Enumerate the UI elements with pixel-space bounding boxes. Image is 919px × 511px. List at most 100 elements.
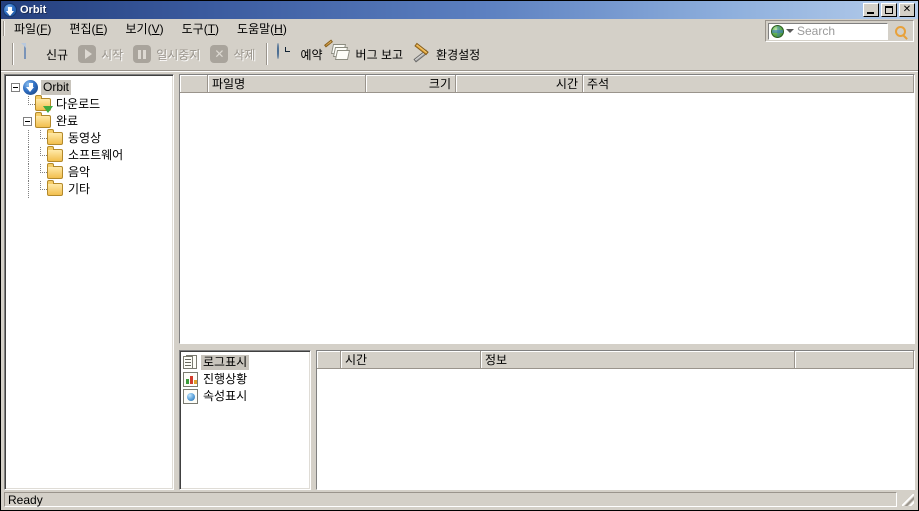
- tree-item-downloads[interactable]: 다운로드: [11, 95, 171, 113]
- view-item-progress-label: 진행상황: [203, 372, 248, 386]
- tree-item-completed-label: 완료: [56, 114, 79, 128]
- minimize-button[interactable]: [863, 3, 879, 17]
- log-document-icon: [183, 355, 198, 370]
- menu-item-help[interactable]: 도움말(H): [228, 18, 296, 39]
- close-button[interactable]: ✕: [899, 3, 915, 17]
- log-list-body[interactable]: [317, 369, 914, 489]
- tree-item-downloads-label: 다운로드: [56, 97, 101, 111]
- folder-icon: [47, 180, 63, 196]
- tree-item-other-label: 기타: [68, 182, 91, 196]
- play-icon: [77, 44, 97, 64]
- tree-item-completed[interactable]: 완료: [11, 112, 171, 130]
- menu-item-edit[interactable]: 편집(E): [60, 18, 116, 39]
- schedule-button-label: 예약: [300, 47, 323, 62]
- start-button[interactable]: 시작: [74, 41, 129, 67]
- menu-item-tools[interactable]: 도구(T): [173, 18, 228, 39]
- view-item-log[interactable]: 로그표시: [183, 354, 308, 371]
- tree-branch-line: [35, 130, 47, 147]
- search-input[interactable]: Search: [768, 22, 888, 40]
- file-col-time[interactable]: 시간: [456, 75, 583, 92]
- window-controls: ✕: [863, 3, 915, 17]
- collapse-icon[interactable]: [11, 83, 20, 92]
- new-button[interactable]: 신규: [19, 41, 74, 67]
- tree-branch-line: [35, 181, 47, 198]
- status-message: Ready: [4, 492, 897, 507]
- folder-icon: [47, 146, 63, 162]
- bug-report-icon: [323, 39, 352, 64]
- schedule-button[interactable]: 예약: [273, 41, 328, 67]
- tree-item-other[interactable]: 기타: [11, 180, 171, 198]
- view-selector-panel: 로그표시 진행상황 속성표시: [179, 350, 311, 490]
- globe-icon[interactable]: [771, 24, 784, 38]
- toolbar: 신규 시작 일시중지 ✕ 삭제 예약 버그 보고 환경설정: [1, 38, 918, 71]
- folder-icon: [35, 112, 51, 128]
- orbit-icon: [23, 80, 38, 95]
- menu-item-view[interactable]: 보기(V): [117, 18, 173, 39]
- folder-icon: [47, 163, 63, 179]
- view-item-properties[interactable]: 속성표시: [183, 388, 308, 405]
- tree-item-orbit[interactable]: Orbit: [11, 79, 171, 96]
- client-area: Orbit 다운로드 완료 동영상 소프트웨어 음악 기타 파일명 크기 시간 …: [1, 71, 918, 490]
- new-button-label: 신규: [46, 47, 69, 62]
- pause-button-label: 일시중지: [156, 47, 201, 62]
- file-list-header: 파일명 크기 시간 주석: [180, 75, 914, 93]
- tree-branch-line: [35, 164, 47, 181]
- file-col-size[interactable]: 크기: [366, 75, 456, 92]
- tree-branch-line: [23, 96, 35, 113]
- bug-report-button-label: 버그 보고: [355, 47, 404, 62]
- file-list-body[interactable]: [180, 93, 914, 343]
- title-bar: Orbit ✕: [1, 1, 918, 19]
- log-col-time[interactable]: 시간: [341, 351, 481, 368]
- download-circle-icon: [3, 3, 17, 17]
- view-item-log-label: 로그표시: [201, 355, 250, 370]
- view-item-properties-label: 속성표시: [203, 389, 248, 403]
- start-button-label: 시작: [101, 47, 124, 62]
- log-list-header: 시간 정보: [317, 351, 914, 369]
- tree-branch-line: [23, 164, 35, 181]
- log-col-extra[interactable]: [795, 351, 914, 368]
- status-bar: Ready: [1, 490, 918, 510]
- new-document-icon: [22, 43, 42, 64]
- close-x-icon: ✕: [209, 44, 229, 64]
- view-item-progress[interactable]: 진행상황: [183, 371, 308, 388]
- clock-icon: [276, 43, 296, 64]
- pause-icon: [132, 44, 152, 64]
- delete-button-label: 삭제: [233, 47, 256, 62]
- delete-button[interactable]: ✕ 삭제: [206, 41, 261, 67]
- resize-grip[interactable]: [899, 492, 915, 507]
- window-title: Orbit: [20, 4, 47, 16]
- tree-item-music[interactable]: 음악: [11, 163, 171, 181]
- tree-branch-line: [23, 147, 35, 164]
- collapse-icon-completed[interactable]: [23, 117, 32, 126]
- folder-download-icon: [35, 95, 53, 113]
- category-tree-panel: Orbit 다운로드 완료 동영상 소프트웨어 음악 기타: [4, 74, 174, 490]
- app-window: Orbit ✕ 파일(F) 편집(E) 보기(V) 도구(T) 도움말(H) S…: [0, 0, 919, 511]
- bar-chart-icon: [183, 372, 198, 387]
- tree-item-software-label: 소프트웨어: [68, 148, 124, 162]
- tree-item-orbit-label: Orbit: [41, 80, 72, 95]
- bottom-row: 로그표시 진행상황 속성표시 시간 정보: [179, 350, 915, 490]
- file-col-filename[interactable]: 파일명: [208, 75, 366, 92]
- preferences-button[interactable]: 환경설정: [409, 41, 486, 67]
- file-col-icon[interactable]: [180, 75, 208, 92]
- file-list-panel: 파일명 크기 시간 주석: [179, 74, 915, 344]
- tree-branch-line: [23, 130, 35, 147]
- file-col-comment[interactable]: 주석: [583, 75, 914, 92]
- log-col-info[interactable]: 정보: [481, 351, 795, 368]
- pause-button[interactable]: 일시중지: [129, 41, 206, 67]
- right-column: 파일명 크기 시간 주석 로그표시 진행상황 속성표시 시간 정보: [179, 74, 915, 490]
- tree-item-video[interactable]: 동영상: [11, 129, 171, 147]
- maximize-button[interactable]: [881, 3, 897, 17]
- close-icon: ✕: [902, 4, 912, 15]
- preferences-tools-icon: [412, 42, 432, 64]
- log-col-icon[interactable]: [317, 351, 341, 368]
- tree-item-software[interactable]: 소프트웨어: [11, 146, 171, 164]
- tree-item-video-label: 동영상: [68, 131, 102, 145]
- menu-item-file[interactable]: 파일(F): [5, 18, 60, 39]
- chevron-down-icon[interactable]: [786, 29, 794, 33]
- preferences-button-label: 환경설정: [436, 47, 481, 62]
- bug-report-button[interactable]: 버그 보고: [323, 39, 410, 67]
- search-placeholder: Search: [797, 24, 836, 38]
- log-list-panel: 시간 정보: [316, 350, 915, 490]
- tree-branch-line: [23, 181, 35, 198]
